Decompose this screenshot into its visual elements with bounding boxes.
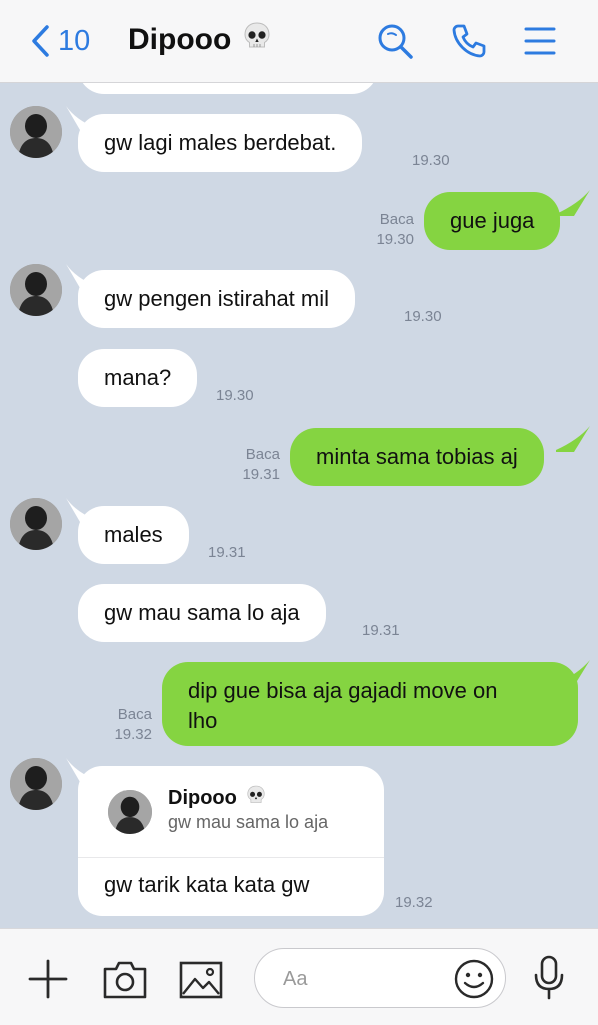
- quoted-sender: Dipooo: [168, 784, 267, 812]
- skull-icon: [245, 784, 267, 812]
- message-bubble[interactable]: minta sama tobias aj: [290, 428, 544, 486]
- message-field[interactable]: [254, 948, 506, 1008]
- message-input-bar: [0, 928, 598, 1025]
- menu-icon[interactable]: [523, 22, 557, 60]
- message-bubble[interactable]: mana?: [78, 349, 198, 407]
- message-time: 19.32: [114, 726, 152, 743]
- message-text: gw tarik kata kata gw: [104, 872, 310, 897]
- message-time: 19.32: [395, 894, 433, 911]
- message-bubble[interactable]: gw pengen istirahat mil: [78, 270, 356, 328]
- read-label: Baca: [379, 211, 414, 228]
- message-bubble[interactable]: gw lagi males berdebat.: [78, 114, 363, 172]
- message-time: 19.30: [376, 231, 414, 248]
- plus-icon[interactable]: [28, 959, 68, 999]
- read-label: Baca: [245, 446, 280, 463]
- avatar[interactable]: [10, 106, 62, 158]
- search-icon[interactable]: [376, 22, 414, 60]
- message-bubble-partial[interactable]: [78, 82, 378, 94]
- read-receipt: Baca 19.32: [104, 705, 152, 745]
- message-text: minta sama tobias aj: [316, 444, 518, 469]
- message-text-line: dip gue bisa aja gajadi move on: [188, 678, 498, 703]
- avatar-photo-icon: [10, 106, 62, 158]
- avatar[interactable]: [10, 498, 62, 550]
- message-input[interactable]: [281, 961, 445, 997]
- microphone-icon[interactable]: [532, 955, 566, 1001]
- avatar[interactable]: [10, 758, 62, 810]
- message-bubble[interactable]: gue juga: [424, 192, 561, 250]
- message-time: 19.30: [216, 387, 254, 404]
- bubble-tail-icon: [556, 426, 590, 452]
- bubble-tail-icon: [556, 190, 590, 216]
- reply-message-bubble[interactable]: Dipooo gw mau sama lo aja gw tarik kata …: [78, 766, 384, 916]
- message-text: gw pengen istirahat mil: [104, 286, 330, 311]
- phone-icon[interactable]: [450, 22, 488, 60]
- read-receipt: Baca 19.31: [232, 445, 280, 485]
- message-list[interactable]: gw lagi males berdebat. 19.30 Baca 19.30…: [0, 82, 598, 928]
- message-time: 19.31: [208, 544, 246, 561]
- message-text-line: lho: [188, 708, 218, 733]
- unread-count: 10: [58, 24, 91, 57]
- read-label: Baca: [117, 706, 152, 723]
- message-text: gue juga: [450, 208, 535, 233]
- message-bubble[interactable]: gw mau sama lo aja: [78, 584, 326, 642]
- message-text: males: [104, 522, 163, 547]
- message-text: gw lagi males berdebat.: [104, 130, 337, 155]
- message-time: 19.31: [362, 622, 400, 639]
- chevron-left-icon: [32, 25, 49, 57]
- read-receipt: Baca 19.30: [366, 210, 414, 250]
- quoted-avatar: [108, 790, 152, 834]
- emoji-icon[interactable]: [453, 958, 495, 1000]
- chat-header: 10 Dipooo: [0, 0, 598, 83]
- camera-icon[interactable]: [102, 960, 148, 1000]
- chat-title[interactable]: Dipooo: [128, 20, 273, 60]
- message-time: 19.30: [412, 152, 450, 169]
- message-time: 19.31: [242, 466, 280, 483]
- avatar-photo-icon: [108, 790, 152, 834]
- back-button[interactable]: 10: [30, 18, 90, 64]
- quoted-sender-name: Dipooo: [168, 786, 237, 809]
- image-icon[interactable]: [179, 961, 223, 999]
- quoted-text: gw mau sama lo aja: [168, 812, 329, 832]
- message-bubble[interactable]: males: [78, 506, 189, 564]
- avatar-photo-icon: [10, 498, 62, 550]
- avatar-photo-icon: [10, 758, 62, 810]
- avatar[interactable]: [10, 264, 62, 316]
- skull-icon: [241, 20, 273, 60]
- message-time: 19.30: [404, 308, 442, 325]
- message-bubble[interactable]: dip gue bisa aja gajadi move on lho: [162, 662, 578, 746]
- message-text: mana?: [104, 365, 172, 390]
- avatar-photo-icon: [10, 264, 62, 316]
- quoted-message[interactable]: Dipooo gw mau sama lo aja: [78, 766, 384, 858]
- contact-name: Dipooo: [128, 23, 232, 56]
- message-text: gw mau sama lo aja: [104, 600, 300, 625]
